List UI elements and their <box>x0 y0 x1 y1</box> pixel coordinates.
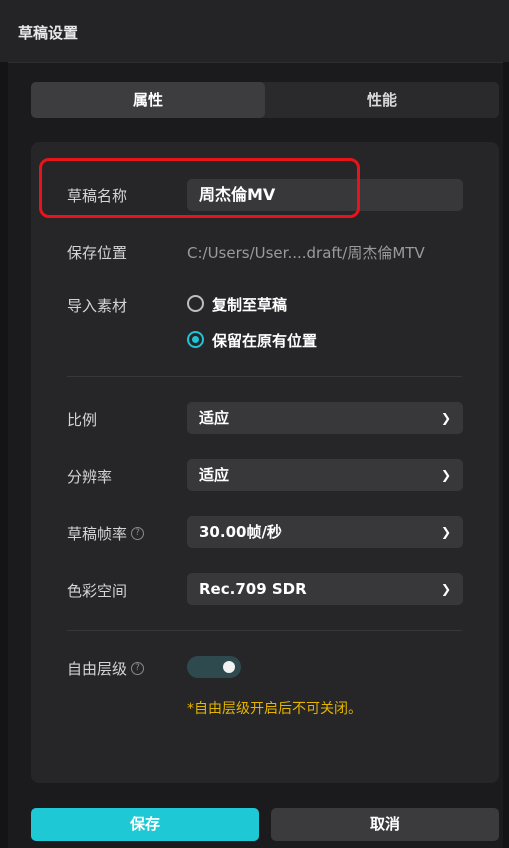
save-location-path: C:/Users/User....draft/周杰倫MTV <box>187 244 425 262</box>
free-layer-note: *自由层级开启后不可关闭。 <box>187 701 362 717</box>
tab-properties[interactable]: 属性 <box>31 82 265 118</box>
save-location-label: 保存位置 <box>67 244 128 262</box>
ratio-label: 比例 <box>67 411 98 429</box>
free-layer-label: 自由层级? <box>67 658 145 679</box>
radio-button-selected[interactable] <box>187 331 204 348</box>
radio-copy-to-draft[interactable]: 复制至草稿 <box>187 294 287 315</box>
radio-label: 保留在原有位置 <box>212 332 318 350</box>
help-icon[interactable]: ? <box>131 662 145 675</box>
dialog-titlebar: 草稿设置 <box>0 0 509 63</box>
free-layer-toggle[interactable] <box>187 656 241 678</box>
ratio-select[interactable]: 适应 ❯ <box>187 402 463 434</box>
frame-rate-label: 草稿帧率? <box>67 523 145 544</box>
radio-keep-original[interactable]: 保留在原有位置 <box>187 330 317 351</box>
tab-bar: 属性 性能 <box>31 82 499 118</box>
frame-rate-select[interactable]: 30.00帧/秒 ❯ <box>187 516 463 548</box>
resolution-value: 适应 <box>199 466 230 484</box>
free-layer-label-text: 自由层级 <box>67 660 128 678</box>
highlight-box <box>39 158 360 218</box>
color-space-select[interactable]: Rec.709 SDR ❯ <box>187 573 463 605</box>
import-material-label: 导入素材 <box>67 297 128 315</box>
tab-performance[interactable]: 性能 <box>265 82 499 118</box>
dialog-title: 草稿设置 <box>18 24 79 42</box>
divider <box>67 376 462 377</box>
left-edge <box>0 62 8 848</box>
save-button[interactable]: 保存 <box>31 808 259 841</box>
cancel-button[interactable]: 取消 <box>271 808 499 841</box>
chevron-down-icon: ❯ <box>440 525 451 539</box>
divider <box>67 630 462 631</box>
frame-rate-value: 30.00帧/秒 <box>199 523 282 541</box>
chevron-down-icon: ❯ <box>440 411 451 425</box>
radio-button[interactable] <box>187 295 204 312</box>
frame-rate-label-text: 草稿帧率 <box>67 525 128 543</box>
resolution-select[interactable]: 适应 ❯ <box>187 459 463 491</box>
resolution-label: 分辨率 <box>67 468 113 486</box>
color-space-value: Rec.709 SDR <box>199 580 307 598</box>
help-icon[interactable]: ? <box>131 527 145 540</box>
ratio-value: 适应 <box>199 409 230 427</box>
toggle-knob <box>223 661 235 673</box>
radio-label: 复制至草稿 <box>212 296 288 314</box>
chevron-down-icon: ❯ <box>440 468 451 482</box>
color-space-label: 色彩空间 <box>67 582 128 600</box>
right-edge <box>503 62 509 848</box>
chevron-down-icon: ❯ <box>440 582 451 596</box>
